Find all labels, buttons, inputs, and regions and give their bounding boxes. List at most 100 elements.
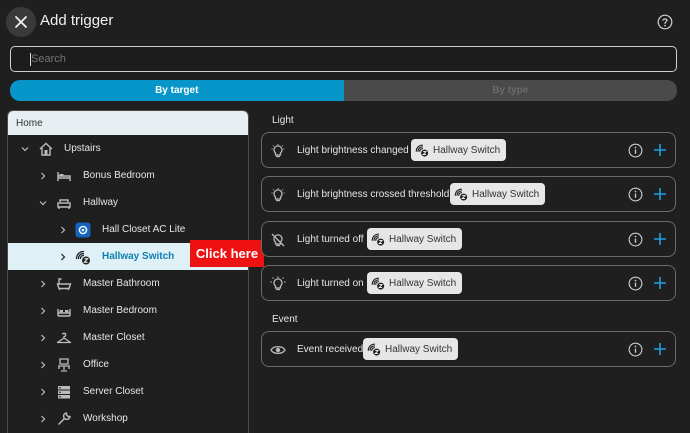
tab-by-type[interactable]: By type <box>343 80 677 101</box>
chevron-right-icon[interactable] <box>38 306 48 316</box>
trigger-label: Event received <box>297 344 364 355</box>
help-icon[interactable] <box>657 14 673 30</box>
chip-label: Hallway Switch <box>389 233 457 245</box>
hanger-icon <box>56 332 72 343</box>
click-here-callout: Click here <box>190 240 264 267</box>
info-icon[interactable] <box>628 143 643 158</box>
tree-item-hallway[interactable]: Hallway <box>8 189 248 216</box>
trigger-light-turned-off[interactable]: Light turned off Hallway Switch <box>261 221 676 257</box>
add-icon[interactable] <box>652 275 668 291</box>
lightbulb-on-icon <box>270 276 286 291</box>
lightbulb-off-icon <box>271 233 285 247</box>
tab-by-target[interactable]: By target <box>10 80 344 101</box>
tree-item-label: Bonus Bedroom <box>83 170 155 181</box>
add-trigger-dialog: Add trigger By target By type Home Upsta… <box>0 0 690 433</box>
target-chip[interactable]: Hallway Switch <box>367 272 463 294</box>
section-label-event: Event <box>272 314 298 325</box>
search-field[interactable] <box>10 46 677 72</box>
tree-item-upstairs[interactable]: Upstairs <box>8 135 248 162</box>
bed-icon <box>57 171 71 181</box>
info-icon[interactable] <box>628 187 643 202</box>
dialog-header: Add trigger <box>0 0 690 44</box>
tree-item-label: Office <box>83 359 109 370</box>
chevron-right-icon[interactable] <box>38 171 48 181</box>
tree-item-label: Master Closet <box>83 332 145 343</box>
server-icon <box>58 385 70 398</box>
tree-item-label: Hallway Switch <box>102 251 175 262</box>
bathtub-icon <box>56 277 72 290</box>
trigger-label: Light brightness crossed threshold <box>297 189 450 200</box>
dialog-title: Add trigger <box>40 12 114 29</box>
tree-item-label: Master Bathroom <box>83 278 160 289</box>
trigger-light-turned-on[interactable]: Light turned on Hallway Switch <box>261 265 676 301</box>
zwave-icon <box>415 144 429 157</box>
trigger-light-brightness-crossed-threshold[interactable]: Light brightness crossed threshold Hallw… <box>261 176 676 212</box>
add-icon[interactable] <box>652 341 668 357</box>
target-chip[interactable]: Hallway Switch <box>363 338 459 360</box>
zwave-icon <box>367 343 381 356</box>
info-icon[interactable] <box>628 276 643 291</box>
add-icon[interactable] <box>652 186 668 202</box>
info-icon[interactable] <box>628 342 643 357</box>
tree-item-office[interactable]: Office <box>8 351 248 378</box>
chip-label: Hallway Switch <box>472 188 540 200</box>
target-chip[interactable]: Hallway Switch <box>450 183 546 205</box>
trigger-label: Light turned on <box>297 278 364 289</box>
chevron-right-icon[interactable] <box>38 387 48 397</box>
tree-item-server-closet[interactable]: Server Closet <box>8 378 248 405</box>
sofa-icon <box>57 198 71 209</box>
add-icon[interactable] <box>652 231 668 247</box>
chevron-right-icon[interactable] <box>58 225 68 235</box>
close-icon <box>15 16 27 28</box>
tools-icon <box>57 411 71 425</box>
tree-item-label: Hall Closet AC Lite <box>102 224 186 235</box>
tree-home-label: Home <box>8 111 248 135</box>
target-type-tabs: By target By type <box>10 80 677 101</box>
chip-label: Hallway Switch <box>433 144 501 156</box>
trigger-label: Light brightness changed <box>297 145 409 156</box>
info-icon[interactable] <box>628 232 643 247</box>
close-button[interactable] <box>6 7 36 37</box>
target-chip[interactable]: Hallway Switch <box>367 228 463 250</box>
tree-item-hall-closet-ac-lite[interactable]: Hall Closet AC Lite <box>8 216 248 243</box>
tree-item-master-bedroom[interactable]: Master Bedroom <box>8 297 248 324</box>
tree-item-master-bathroom[interactable]: Master Bathroom <box>8 270 248 297</box>
chevron-down-icon[interactable] <box>20 144 30 154</box>
chevron-right-icon[interactable] <box>38 360 48 370</box>
home-floor-icon <box>39 142 53 156</box>
trigger-event-received[interactable]: Event received Hallway Switch <box>261 331 676 367</box>
add-icon[interactable] <box>652 142 668 158</box>
lightbulb-icon <box>271 188 285 202</box>
desk-icon <box>58 357 70 372</box>
zwave-icon <box>371 233 385 246</box>
chevron-right-icon[interactable] <box>38 333 48 343</box>
bed-icon <box>57 308 71 317</box>
chip-label: Hallway Switch <box>385 343 453 355</box>
zwave-icon <box>454 188 468 201</box>
chevron-right-icon[interactable] <box>58 252 68 262</box>
eye-icon <box>270 345 286 355</box>
chevron-right-icon[interactable] <box>38 414 48 424</box>
tree-item-label: Workshop <box>83 413 128 424</box>
section-label-light: Light <box>272 115 294 126</box>
chip-label: Hallway Switch <box>389 277 457 289</box>
tree-item-label: Server Closet <box>83 386 144 397</box>
chevron-down-icon[interactable] <box>38 198 48 208</box>
lightbulb-icon <box>271 144 285 158</box>
tree-item-label: Upstairs <box>64 143 101 154</box>
tree-item-label: Hallway <box>83 197 119 208</box>
target-chip[interactable]: Hallway Switch <box>411 139 507 161</box>
chevron-right-icon[interactable] <box>38 279 48 289</box>
tree-item-master-closet[interactable]: Master Closet <box>8 324 248 351</box>
zwave-icon <box>371 277 385 290</box>
trigger-light-brightness-changed[interactable]: Light brightness changed Hallway Switch <box>261 132 676 168</box>
zwave-icon <box>75 250 90 264</box>
tree-item-workshop[interactable]: Workshop <box>8 405 248 432</box>
trigger-label: Light turned off <box>297 234 364 245</box>
device-icon <box>75 222 91 237</box>
target-tree: Home Upstairs Bonus Bedroom Hallway Hall… <box>7 110 249 433</box>
text-caret <box>30 53 31 66</box>
search-input[interactable] <box>11 47 676 71</box>
tree-item-label: Master Bedroom <box>83 305 157 316</box>
tree-item-bonus-bedroom[interactable]: Bonus Bedroom <box>8 162 248 189</box>
